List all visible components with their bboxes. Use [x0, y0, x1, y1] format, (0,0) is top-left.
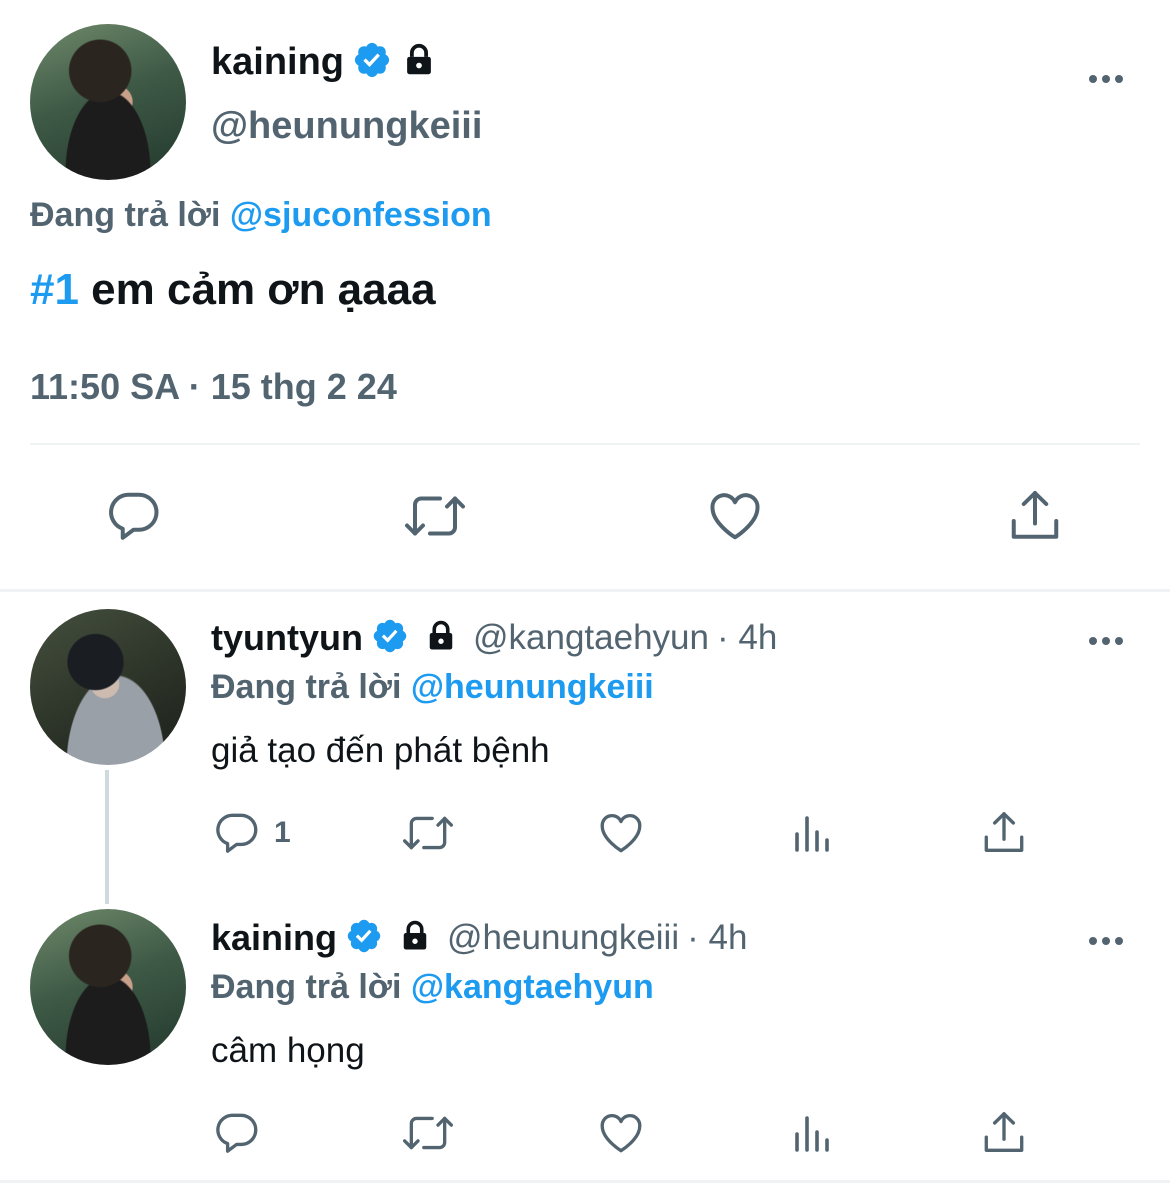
tweet-body: em cảm ơn ạaaa	[78, 265, 436, 314]
timestamp[interactable]: 11:50 SA · 15 thg 2 24	[30, 364, 397, 410]
author-line: kaining	[211, 38, 438, 86]
retweet-icon[interactable]	[402, 486, 468, 546]
author-line: kaining @heunungkeiii · 4h	[211, 914, 747, 962]
share-icon[interactable]	[978, 808, 1030, 858]
author-line: tyuntyun @kangtaehyun · 4h	[211, 614, 777, 662]
more-icon[interactable]	[1089, 70, 1123, 83]
reply-prefix: Đang trả lời	[30, 196, 221, 234]
reply-to-link[interactable]: @heunungkeiii	[411, 668, 654, 706]
heart-icon[interactable]	[595, 808, 647, 858]
replying-to: Đang trả lời @heunungkeiii	[211, 664, 654, 710]
divider	[30, 443, 1140, 445]
reply-icon[interactable]	[104, 486, 164, 546]
reply-icon	[212, 808, 262, 858]
views-icon[interactable]	[789, 810, 837, 858]
avatar[interactable]	[30, 24, 186, 180]
more-icon[interactable]	[1089, 632, 1123, 645]
views-icon[interactable]	[789, 1110, 837, 1158]
display-name[interactable]: kaining	[211, 38, 344, 86]
reply-icon[interactable]	[212, 1108, 262, 1158]
replying-to: Đang trả lời @sjuconfession	[30, 192, 492, 238]
handle[interactable]: @heunungkeiii	[211, 102, 482, 150]
share-icon[interactable]	[1004, 486, 1066, 546]
hashtag-link[interactable]: #1	[30, 265, 79, 314]
handle[interactable]: @kangtaehyun	[473, 618, 709, 658]
retweet-icon[interactable]	[400, 808, 456, 858]
reply-to-link[interactable]: @sjuconfession	[230, 196, 492, 234]
reply-prefix: Đang trả lời	[211, 668, 402, 706]
thread-line	[105, 770, 109, 904]
heart-icon[interactable]	[595, 1108, 647, 1158]
section-divider	[0, 1180, 1170, 1183]
verified-badge-icon	[345, 917, 383, 960]
reply-prefix: Đang trả lời	[211, 968, 402, 1006]
display-name[interactable]: tyuntyun	[211, 617, 363, 659]
reply-to-link[interactable]: @kangtaehyun	[411, 968, 654, 1006]
more-icon[interactable]	[1089, 932, 1123, 945]
tweet-text: câm họng	[211, 1031, 365, 1070]
avatar[interactable]	[30, 609, 186, 765]
reply-count: 1	[274, 816, 291, 849]
time[interactable]: · 4h	[717, 618, 777, 658]
retweet-icon[interactable]	[400, 1108, 456, 1158]
tweet-text: giả tạo đến phát bệnh	[211, 731, 550, 770]
display-name[interactable]: kaining	[211, 917, 337, 959]
lock-icon	[397, 918, 433, 959]
share-icon[interactable]	[978, 1108, 1030, 1158]
section-divider	[0, 589, 1170, 592]
avatar[interactable]	[30, 909, 186, 1065]
time[interactable]: · 4h	[687, 918, 747, 958]
lock-icon	[423, 618, 459, 659]
lock-icon	[400, 41, 438, 84]
handle[interactable]: @heunungkeiii	[447, 918, 679, 958]
verified-badge-icon	[352, 40, 392, 85]
verified-badge-icon	[371, 617, 409, 660]
tweet-text: #1 em cảm ơn ạaaa	[30, 262, 436, 318]
reply-button[interactable]: 1	[212, 808, 291, 858]
replying-to: Đang trả lời @kangtaehyun	[211, 964, 654, 1010]
heart-icon[interactable]	[704, 486, 766, 546]
